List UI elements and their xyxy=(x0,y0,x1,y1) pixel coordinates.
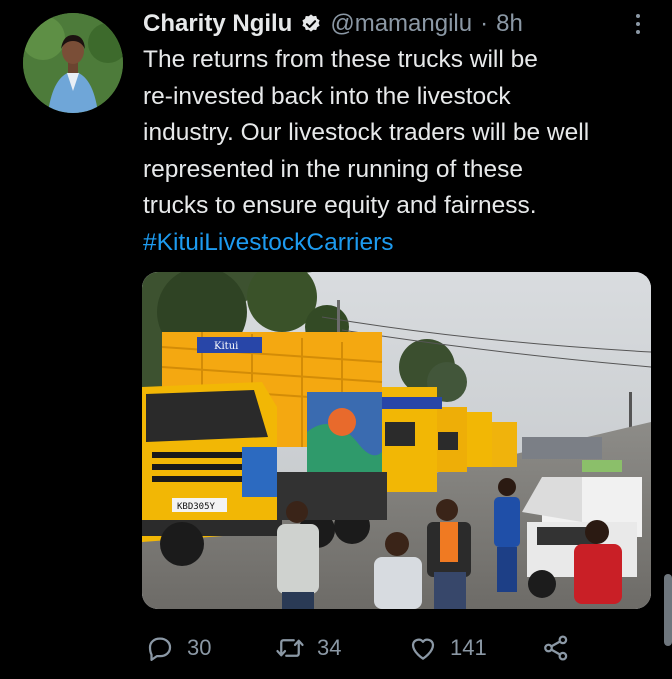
hashtag-link[interactable]: #KituiLivestockCarriers xyxy=(143,225,653,262)
tweet-text-line: industry. Our livestock traders will be … xyxy=(143,119,590,146)
author-avatar[interactable] xyxy=(23,13,123,113)
reply-button[interactable]: 30 xyxy=(145,633,211,663)
tweet-photo[interactable]: Kitui KBD305Y xyxy=(142,272,651,609)
more-options-icon[interactable] xyxy=(628,10,648,38)
tweet-actions: 30 34 141 xyxy=(145,628,585,668)
truck-plate: KBD305Y xyxy=(177,502,216,512)
reply-icon xyxy=(148,637,172,661)
tweet-time[interactable]: 8h xyxy=(496,10,523,38)
tweet-text-line: The returns from these trucks will be xyxy=(143,46,538,73)
like-count: 141 xyxy=(450,635,487,660)
reply-count: 30 xyxy=(187,635,212,660)
retweet-icon xyxy=(276,639,304,657)
author-handle[interactable]: @mamangilu xyxy=(330,10,472,38)
trucks-convoy-image: Kitui KBD305Y xyxy=(142,272,651,609)
tweet-header: Charity Ngilu @mamangilu · 8h xyxy=(143,8,648,40)
heart-icon xyxy=(411,638,435,660)
tweet-text-line: represented in the running of these xyxy=(143,155,524,183)
avatar-image xyxy=(23,13,123,113)
share-icon xyxy=(544,635,568,661)
truck-signage: Kitui xyxy=(214,341,238,352)
retweet-count: 34 xyxy=(317,635,342,660)
author-name[interactable]: Charity Ngilu xyxy=(143,10,292,38)
tweet-text-line: trucks to ensure equity and fairness. xyxy=(143,192,537,219)
tweet-text: The returns from these trucks will be re… xyxy=(143,42,653,261)
scrollbar-thumb[interactable] xyxy=(664,574,672,646)
like-button[interactable]: 141 xyxy=(408,633,487,663)
tweet-text-line: re-invested back into the livestock xyxy=(143,82,511,110)
share-button[interactable] xyxy=(541,633,571,663)
retweet-button[interactable]: 34 xyxy=(275,633,341,663)
header-separator: · xyxy=(480,10,489,37)
verified-badge-icon xyxy=(302,14,320,32)
